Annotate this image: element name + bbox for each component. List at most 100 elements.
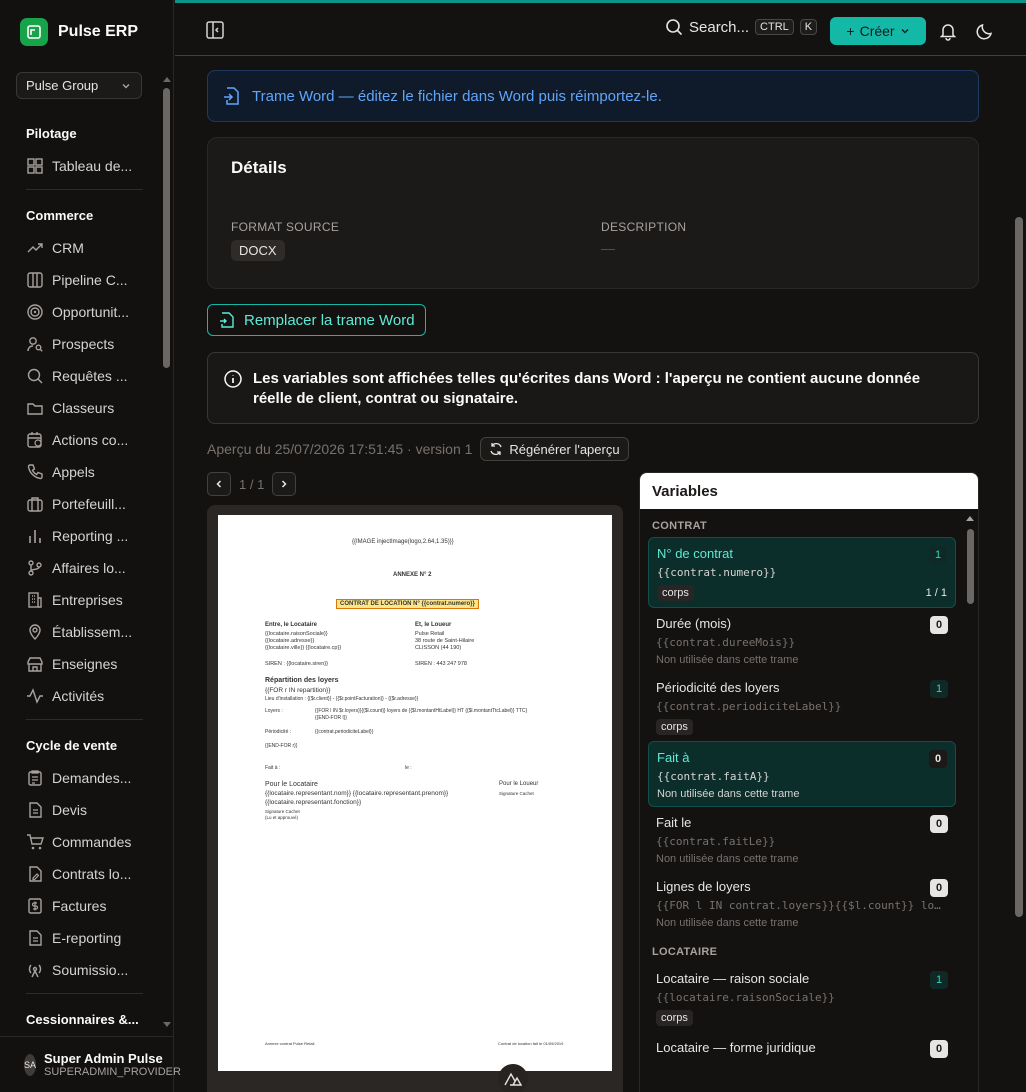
variable-group-title: LOCATAIRE <box>652 946 718 958</box>
nav-item-contrats[interactable]: Contrats lo... <box>0 858 160 890</box>
search-label: Search... <box>689 18 750 36</box>
variable-item[interactable]: N° de contrat {{contrat.numero}} corps 1… <box>648 537 956 608</box>
brand[interactable]: Pulse ERP <box>20 18 138 46</box>
prev-page-button[interactable] <box>207 472 231 496</box>
nav-item-entreprises[interactable]: Entreprises <box>0 584 160 616</box>
chevron-left-icon <box>216 480 222 488</box>
variable-count-badge: 0 <box>929 750 947 768</box>
nav-item-actions[interactable]: Actions co... <box>0 424 160 456</box>
variable-item[interactable]: Durée (mois) {{contrat.dureeMois}} Non u… <box>648 608 956 672</box>
nav-item-opportunites[interactable]: Opportunit... <box>0 296 160 328</box>
nav-label: Appels <box>52 464 95 480</box>
doc-text: SIREN : {{locataire.siren}} <box>265 661 328 667</box>
nav-label: Pipeline C... <box>52 272 128 288</box>
nav-item-prospects[interactable]: Prospects <box>0 328 160 360</box>
kbd-k: K <box>799 19 818 35</box>
description-label: DESCRIPTION <box>601 220 687 234</box>
sidebar-toggle-button[interactable] <box>205 20 225 43</box>
variable-code: {{contrat.numero}} <box>657 566 777 579</box>
nav-item-classeurs[interactable]: Classeurs <box>0 392 160 424</box>
nuxt-icon <box>504 1072 522 1086</box>
calendar-clock-icon <box>27 432 42 448</box>
user-menu[interactable]: SA Super Admin Pulse SUPERADMIN_PROVIDER <box>0 1036 181 1092</box>
nav-label: Commandes <box>52 834 132 850</box>
nav-item-commandes[interactable]: Commandes <box>0 826 160 858</box>
nav-item-devis[interactable]: Devis <box>0 794 160 826</box>
variable-item[interactable]: Fait à {{contrat.faitA}} Non utilisée da… <box>648 741 956 807</box>
variable-item[interactable]: Lignes de loyers {{FOR l IN contrat.loye… <box>648 871 956 935</box>
doc-text: Périodicité : <box>265 729 292 735</box>
next-page-button[interactable] <box>272 472 297 496</box>
theme-toggle-button[interactable] <box>975 21 995 44</box>
variable-unused-note: Non utilisée dans cette trame <box>657 788 800 800</box>
variables-list: CONTRAT N° de contrat {{contrat.numero}}… <box>640 509 978 1061</box>
building-icon <box>28 592 42 608</box>
variable-location-chip: corps <box>656 1010 693 1026</box>
main-scrollbar[interactable] <box>1013 57 1026 1092</box>
topbar: Search... CTRL K + Créer <box>175 0 1026 56</box>
variable-item[interactable]: Périodicité des loyers {{contrat.periodi… <box>648 672 956 741</box>
moon-icon <box>976 23 993 40</box>
main-scrollbar-thumb[interactable] <box>1015 217 1023 917</box>
scroll-up-icon[interactable] <box>163 76 171 82</box>
sidebar-scrollbar-thumb[interactable] <box>163 88 170 368</box>
search-icon <box>27 368 43 384</box>
nav-item-demandes[interactable]: Demandes... <box>0 762 160 794</box>
chevron-right-icon <box>282 480 287 488</box>
variables-scrollbar-thumb[interactable] <box>967 529 974 604</box>
variable-name: Fait à <box>657 750 690 765</box>
variable-group-title: CONTRAT <box>652 520 708 532</box>
doc-text: {{locataire.ville}} {{locataire.cp}} <box>265 645 342 651</box>
doc-text: Loyers : <box>265 708 283 714</box>
nav-item-enseignes[interactable]: Enseignes <box>0 648 160 680</box>
nav-label: Requêtes ... <box>52 368 128 384</box>
nav-item-activites[interactable]: Activités <box>0 680 160 712</box>
scroll-up-icon[interactable] <box>966 515 974 521</box>
floating-action-button[interactable] <box>498 1064 528 1092</box>
doc-text: {{locataire.representant.fonction}} <box>265 799 362 806</box>
nav-item-soumissions[interactable]: Soumissio... <box>0 954 160 986</box>
nav-item-factures[interactable]: Factures <box>0 890 160 922</box>
doc-text: {{END-FOR l}} <box>315 715 347 721</box>
notifications-button[interactable] <box>938 21 958 44</box>
info-text: Les variables sont affichées telles qu'é… <box>253 370 921 407</box>
nav-item-crm[interactable]: CRM <box>0 232 160 264</box>
nav-item-portefeuille[interactable]: Portefeuill... <box>0 488 160 520</box>
kanban-icon <box>27 272 43 288</box>
doc-text: {{END-FOR r}} <box>265 743 298 749</box>
variable-count-badge: 1 <box>929 546 947 564</box>
organization-select[interactable]: Pulse Group <box>16 72 142 99</box>
nav-item-e-reporting[interactable]: E-reporting <box>0 922 160 954</box>
info-icon <box>224 370 242 388</box>
doc-footer: Annexe contrat Pulse Retail <box>265 1041 315 1046</box>
preview-date: Aperçu du 25/07/2026 17:51:45 · version … <box>207 441 473 457</box>
variables-scrollbar[interactable] <box>965 513 975 1092</box>
regenerate-preview-button[interactable]: Régénérer l'aperçu <box>480 437 629 461</box>
nav-label: Reporting ... <box>52 528 129 544</box>
scroll-down-icon[interactable] <box>163 1022 171 1028</box>
variable-name: N° de contrat <box>657 546 734 561</box>
replace-word-template-button[interactable]: Remplacer la trame Word <box>207 304 426 336</box>
nav-item-tableau-de-bord[interactable]: Tableau de... <box>0 150 160 182</box>
nav-item-etablissements[interactable]: Établissem... <box>0 616 160 648</box>
nav-item-requetes[interactable]: Requêtes ... <box>0 360 160 392</box>
variable-item[interactable]: Locataire — raison sociale {{locataire.r… <box>648 963 956 1032</box>
doc-locataire-heading: Entre, le Locataire <box>265 622 318 628</box>
variables-panel: Variables CONTRAT N° de contrat {{contra… <box>639 472 979 1092</box>
preview-meta: Aperçu du 25/07/2026 17:51:45 · version … <box>207 437 629 461</box>
variable-item[interactable]: Fait le {{contrat.faitLe}} Non utilisée … <box>648 807 956 871</box>
refresh-icon <box>490 442 503 456</box>
create-button[interactable]: + Créer <box>830 17 926 45</box>
kbd-ctrl: CTRL <box>755 19 794 35</box>
sidebar-scrollbar[interactable] <box>162 77 171 1030</box>
nav-item-reporting[interactable]: Reporting ... <box>0 520 160 552</box>
chevron-down-icon <box>901 29 909 34</box>
nav-item-appels[interactable]: Appels <box>0 456 160 488</box>
search-button[interactable]: Search... CTRL K <box>665 18 818 36</box>
nav-item-pipeline[interactable]: Pipeline C... <box>0 264 160 296</box>
nav-item-affaires[interactable]: Affaires lo... <box>0 552 160 584</box>
variable-code: {{contrat.dureeMois}} <box>656 636 796 649</box>
variable-item[interactable]: Locataire — forme juridique 0 <box>648 1032 956 1061</box>
file-replace-icon <box>220 312 234 328</box>
pulse-logo-icon <box>20 18 48 46</box>
